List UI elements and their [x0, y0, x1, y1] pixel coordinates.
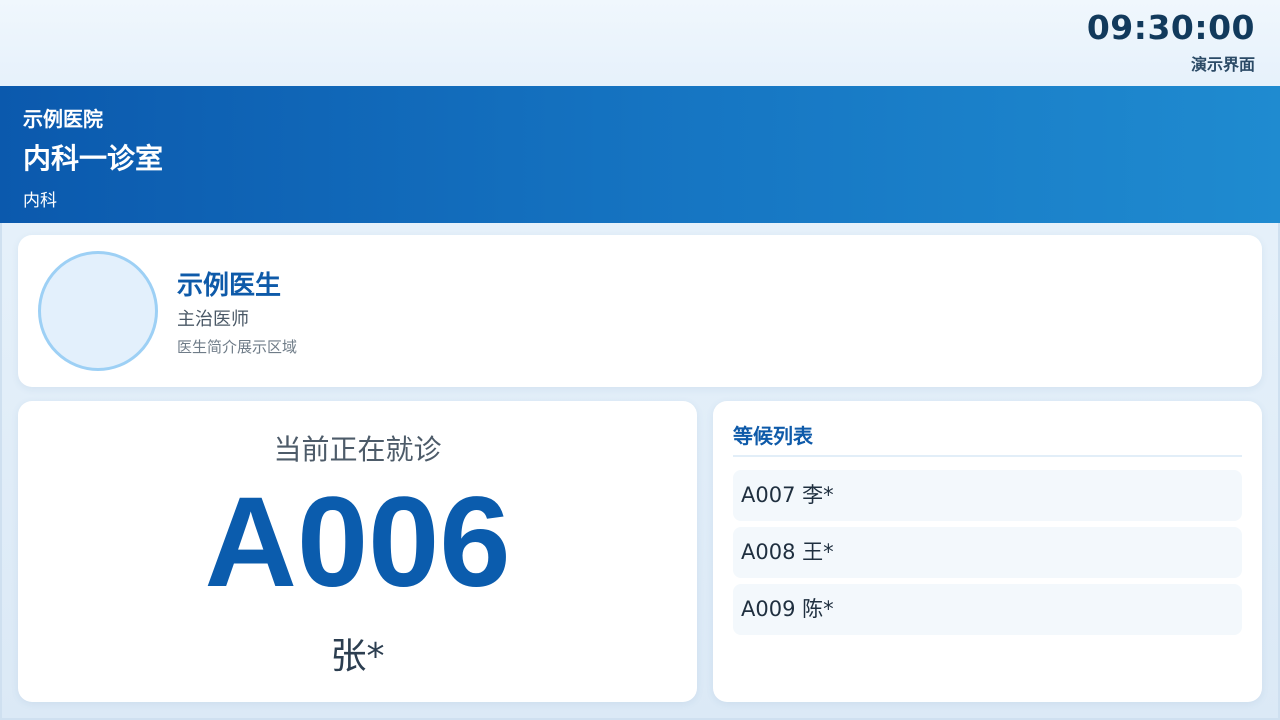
waiting-item: A007 李*	[733, 470, 1242, 521]
waiting-title: 等候列表	[733, 424, 813, 448]
current-queue-number: A006	[204, 471, 511, 614]
hospital-name: 示例医院	[23, 107, 103, 131]
department-name: 内科	[23, 191, 57, 211]
doctor-name: 示例医生	[177, 271, 282, 301]
current-patient-card: 当前正在就诊 A006 张*	[18, 401, 697, 702]
mode-label: 演示界面	[1190, 55, 1255, 74]
current-patient-name: 张*	[330, 636, 385, 677]
doctor-card: 示例医生 主治医师 医生简介展示区域	[18, 235, 1262, 387]
doctor-title: 主治医师	[177, 309, 249, 330]
clock: 09:30:00	[1086, 8, 1255, 47]
waiting-divider	[733, 455, 1242, 457]
waiting-item: A008 王*	[733, 527, 1242, 578]
top-bar: 09:30:00 演示界面	[0, 0, 1280, 86]
waiting-card: 等候列表 A007 李* A008 王* A009 陈*	[713, 401, 1262, 702]
room-name: 内科一诊室	[23, 142, 164, 175]
doctor-avatar	[38, 251, 158, 371]
doctor-intro: 医生简介展示区域	[177, 338, 298, 356]
clinic-header: 示例医院 内科一诊室 内科	[0, 86, 1280, 223]
waiting-list: A007 李* A008 王* A009 陈*	[733, 470, 1242, 641]
current-label: 当前正在就诊	[273, 433, 442, 466]
waiting-item: A009 陈*	[733, 584, 1242, 635]
